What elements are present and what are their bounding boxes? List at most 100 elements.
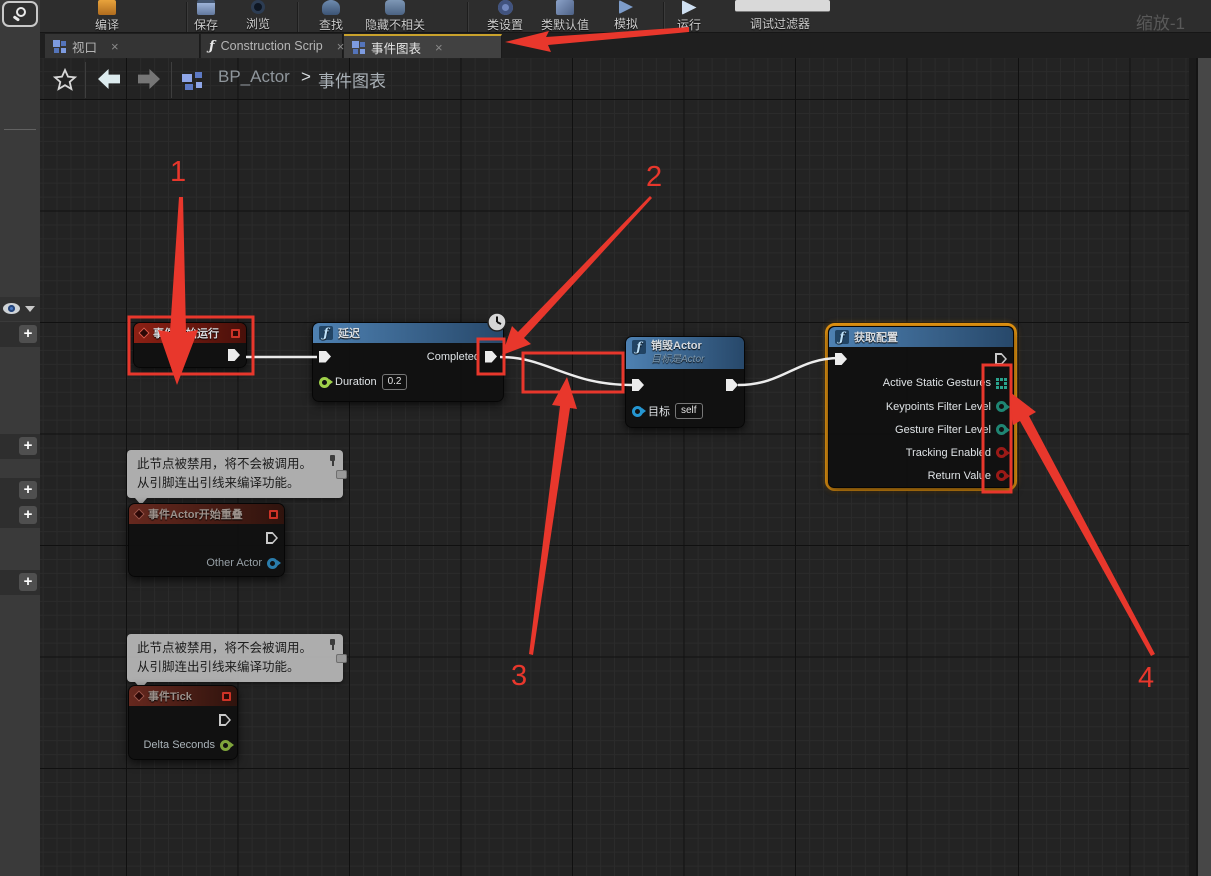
viewport-icon [53, 40, 66, 53]
completed-exec-output-pin[interactable] [485, 351, 497, 363]
eye-icon [3, 303, 20, 314]
chevron-down-icon [25, 306, 35, 312]
find-icon [322, 0, 340, 15]
blueprint-toolbar: 编译 保存 浏览 查找 隐藏不相关 类设置 类默认值 模拟 运行 [40, 0, 1211, 33]
node-title: 延迟 [338, 325, 360, 341]
browse-button[interactable]: 浏览 [246, 0, 270, 33]
search-icon [16, 7, 26, 17]
play-label: 运行 [677, 16, 701, 33]
favorite-star-icon[interactable] [52, 67, 78, 93]
graph-breadcrumb-bar: BP_Actor > 事件图表 [40, 58, 1189, 102]
debug-filter-button[interactable]: 调试过滤器 [750, 0, 810, 33]
bool-pin[interactable] [996, 470, 1007, 481]
close-icon[interactable]: × [111, 39, 119, 54]
node-get-config[interactable]: ƒ 获取配置 Active Static Gestures Keypoints … [828, 326, 1014, 488]
node-event-tick[interactable]: 事件Tick Delta Seconds [128, 685, 238, 760]
exec-output-pin[interactable] [995, 353, 1007, 365]
node-title: 销毁Actor [651, 340, 704, 354]
exec-output-pin[interactable] [219, 714, 231, 726]
hide-unrelated-button[interactable]: 隐藏不相关 [365, 0, 425, 33]
node-delay[interactable]: ƒ 延迟 Completed Duration 0.2 [312, 322, 504, 402]
class-settings-icon [497, 0, 512, 15]
add-button[interactable]: + [19, 437, 37, 455]
close-icon[interactable]: × [435, 40, 443, 55]
event-graph-icon [352, 41, 365, 54]
node-subtitle: 目标是Actor [651, 354, 704, 367]
tab-construction-script[interactable]: ƒ Construction Scrip × [201, 34, 343, 58]
node-event-beginplay[interactable]: 事件开始运行 [133, 322, 247, 368]
right-panel-edge[interactable] [1196, 58, 1211, 876]
compile-label: 编译 [95, 16, 119, 33]
completed-pin-label: Completed [427, 351, 480, 363]
enum-pin[interactable] [996, 424, 1007, 435]
debug-filter-label: 调试过滤器 [750, 15, 810, 32]
toolbar-divider [467, 2, 468, 32]
exec-output-pin[interactable] [266, 532, 278, 544]
class-defaults-button[interactable]: 类默认值 [541, 0, 589, 33]
add-button[interactable]: + [19, 506, 37, 524]
node-event-actor-begin-overlap[interactable]: 事件Actor开始重叠 Other Actor [128, 503, 285, 577]
visibility-filter[interactable] [0, 297, 40, 321]
comment-toggle-icon[interactable] [336, 470, 347, 479]
function-icon: ƒ [209, 39, 215, 54]
pushpin-icon[interactable] [327, 455, 337, 465]
tab-event-graph[interactable]: 事件图表 × [344, 34, 502, 58]
duration-float-pin[interactable] [319, 377, 330, 388]
class-defaults-icon [556, 0, 574, 15]
simulate-button[interactable]: 模拟 [614, 0, 638, 33]
exec-output-pin[interactable] [228, 349, 240, 361]
add-button[interactable]: + [19, 481, 37, 499]
forward-arrow-button[interactable] [138, 69, 160, 89]
tab-viewport[interactable]: 视口 × [45, 34, 200, 58]
target-value-field[interactable]: self [675, 403, 703, 419]
blueprint-editor-window: + + + + + 编译 保存 浏览 查找 隐藏不相关 [0, 0, 1211, 876]
find-label: 查找 [319, 16, 343, 33]
function-icon: ƒ [835, 330, 849, 344]
simulate-label: 模拟 [614, 15, 638, 32]
enum-pin[interactable] [996, 401, 1007, 412]
exec-input-pin[interactable] [632, 379, 644, 391]
class-settings-button[interactable]: 类设置 [487, 0, 523, 33]
target-object-pin[interactable] [632, 406, 643, 417]
node-destroy-actor[interactable]: ƒ 销毁Actor 目标是Actor 目标 self [625, 336, 745, 428]
exec-input-pin[interactable] [835, 353, 847, 365]
node-title: 事件Tick [148, 688, 192, 704]
set-pin-icon[interactable] [996, 378, 1007, 389]
pushpin-icon[interactable] [327, 639, 337, 649]
disabled-note-bubble: 此节点被禁用，将不会被调用。 从引脚连出引线来编译功能。 [127, 450, 343, 498]
hide-unrelated-label: 隐藏不相关 [365, 16, 425, 33]
toolbar-divider [663, 2, 664, 32]
pin-label-tracking-enabled: Tracking Enabled [906, 447, 991, 459]
search-box[interactable] [2, 1, 38, 27]
divider [4, 129, 36, 130]
divider [85, 62, 86, 98]
exec-output-pin[interactable] [726, 379, 738, 391]
find-button[interactable]: 查找 [319, 0, 343, 33]
duration-value-field[interactable]: 0.2 [382, 374, 408, 390]
annotation-number-3: 3 [511, 660, 527, 693]
my-blueprint-collapsed-panel: + + + + + [0, 0, 40, 876]
save-button[interactable]: 保存 [194, 0, 218, 33]
delta-seconds-float-pin[interactable] [220, 740, 231, 751]
add-button[interactable]: + [19, 573, 37, 591]
back-arrow-button[interactable] [98, 69, 120, 89]
node-title: 事件Actor开始重叠 [148, 506, 243, 522]
pin-label-active-static-gestures: Active Static Gestures [883, 377, 991, 389]
play-button[interactable]: 运行 [677, 0, 701, 33]
latent-clock-icon [487, 312, 507, 332]
disabled-note-bubble: 此节点被禁用，将不会被调用。 从引脚连出引线来编译功能。 [127, 634, 343, 682]
exec-input-pin[interactable] [319, 351, 331, 363]
bool-pin[interactable] [996, 447, 1007, 458]
comment-toggle-icon[interactable] [336, 654, 347, 663]
breadcrumb-root[interactable]: BP_Actor [218, 67, 290, 87]
duration-label: Duration [335, 376, 377, 388]
node-title: 事件开始运行 [153, 325, 219, 341]
event-diamond-icon [133, 508, 144, 519]
browse-icon [251, 0, 265, 14]
add-button[interactable]: + [19, 325, 37, 343]
compile-button[interactable]: 编译 [95, 0, 119, 33]
other-actor-object-pin[interactable] [267, 558, 278, 569]
annotation-number-2: 2 [646, 161, 662, 194]
category-row: + [0, 570, 40, 595]
breadcrumb-current[interactable]: 事件图表 [318, 67, 386, 92]
